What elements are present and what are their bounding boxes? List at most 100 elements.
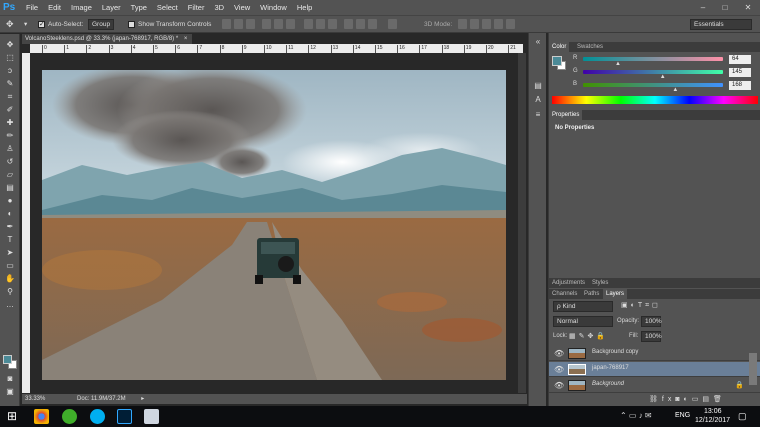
pen-tool-icon[interactable]: ✒ <box>4 222 16 232</box>
green-app-icon[interactable] <box>62 409 77 424</box>
clone-stamp-tool-icon[interactable]: ♙ <box>4 144 16 154</box>
move-tool-icon[interactable]: ✥ <box>6 19 14 30</box>
green-value-field[interactable]: 145 <box>729 68 751 77</box>
auto-select-checkbox[interactable]: Auto-Select: <box>38 19 83 30</box>
system-tray-icons[interactable]: ⌃ ▭ ♪ ✉ <box>620 411 652 420</box>
distribute-top-icon[interactable] <box>304 19 313 29</box>
clock-date[interactable]: 12/12/2017 <box>695 417 730 424</box>
quick-selection-tool-icon[interactable]: ✎ <box>4 79 16 89</box>
gradient-tool-icon[interactable]: ▤ <box>4 183 16 193</box>
blue-slider[interactable] <box>583 83 723 87</box>
eraser-tool-icon[interactable]: ▱ <box>4 170 16 180</box>
auto-select-target-dropdown[interactable]: Group <box>88 19 115 30</box>
distribute-bottom-icon[interactable] <box>328 19 337 29</box>
show-transform-controls-checkbox[interactable]: Show Transform Controls <box>128 19 211 30</box>
close-button[interactable]: ✕ <box>738 0 758 15</box>
layer-filter-icons[interactable]: ▣◐T⌗◻ <box>621 301 661 310</box>
align-bottom-icon[interactable] <box>246 19 255 29</box>
blue-slider-handle[interactable]: ▲ <box>672 87 678 93</box>
red-slider-handle[interactable]: ▲ <box>615 61 621 67</box>
dodge-tool-icon[interactable]: ◐ <box>4 209 16 219</box>
workspace-switcher[interactable]: Essentials <box>690 19 752 30</box>
layer-filter-kind-dropdown[interactable]: ρ Kind <box>553 301 613 312</box>
lasso-tool-icon[interactable]: ↄ <box>4 66 16 76</box>
healing-brush-tool-icon[interactable]: ✚ <box>4 118 16 128</box>
close-tab-icon[interactable]: × <box>184 36 188 42</box>
type-tool-icon[interactable]: T <box>4 235 16 245</box>
visibility-eye-icon[interactable]: 👁 <box>554 381 564 390</box>
red-value-field[interactable]: 64 <box>729 55 751 64</box>
input-language[interactable]: ENG <box>675 412 690 419</box>
menu-type[interactable]: Type <box>126 0 152 15</box>
crop-tool-icon[interactable]: ⌗ <box>4 92 16 102</box>
photoshop-taskbar-icon[interactable] <box>117 409 132 424</box>
quick-mask-icon[interactable]: ◙ <box>4 374 16 384</box>
3d-slide-icon[interactable] <box>494 19 503 29</box>
menu-help[interactable]: Help <box>292 0 317 15</box>
distribute-left-icon[interactable] <box>344 19 353 29</box>
file-app-icon[interactable] <box>144 409 159 424</box>
color-panel-foreground-swatch[interactable] <box>552 56 562 66</box>
layer-japan-768917[interactable]: 👁 japan-768917 <box>549 362 760 377</box>
layer-background[interactable]: 👁 Background 🔒 <box>549 378 760 393</box>
distribute-hcenter-icon[interactable] <box>356 19 365 29</box>
auto-align-layers-icon[interactable] <box>388 19 397 29</box>
document-tab[interactable]: VolcanoSteeklens.psd @ 33.3% (japan-7689… <box>22 34 192 44</box>
layers-scrollbar[interactable] <box>749 353 757 385</box>
notifications-icon[interactable]: ▢ <box>738 411 747 422</box>
path-selection-tool-icon[interactable]: ➤ <box>4 248 16 258</box>
history-brush-tool-icon[interactable]: ↺ <box>4 157 16 167</box>
layer-background-copy[interactable]: 👁 Background copy <box>549 346 760 361</box>
align-top-icon[interactable] <box>222 19 231 29</box>
green-slider[interactable] <box>583 70 723 74</box>
screen-mode-icon[interactable]: ▣ <box>4 387 16 397</box>
align-hcenter-icon[interactable] <box>274 19 283 29</box>
menu-layer[interactable]: Layer <box>97 0 126 15</box>
tab-properties[interactable]: Properties <box>549 110 583 120</box>
3d-roll-icon[interactable] <box>470 19 479 29</box>
blue-value-field[interactable]: 168 <box>729 81 751 90</box>
collapse-arrow-icon[interactable]: « <box>533 37 543 46</box>
3d-scale-icon[interactable] <box>506 19 515 29</box>
color-spectrum-ramp[interactable] <box>552 96 758 104</box>
properties-panel-icon[interactable]: ≡ <box>533 110 543 119</box>
menu-window[interactable]: Window <box>255 0 292 15</box>
chrome-icon[interactable] <box>34 409 49 424</box>
minimize-button[interactable]: – <box>693 0 713 15</box>
rectangle-tool-icon[interactable]: ▭ <box>4 261 16 271</box>
tab-paths[interactable]: Paths <box>581 289 602 299</box>
tab-styles[interactable]: Styles <box>589 278 611 288</box>
menu-3d[interactable]: 3D <box>209 0 229 15</box>
character-panel-icon[interactable]: A <box>533 95 543 104</box>
menu-view[interactable]: View <box>229 0 255 15</box>
move-tool-preset-picker[interactable]: ▾ <box>24 19 27 30</box>
tab-adjustments[interactable]: Adjustments <box>549 278 588 288</box>
maximize-button[interactable]: □ <box>715 0 735 15</box>
3d-rotate-icon[interactable] <box>458 19 467 29</box>
marquee-tool-icon[interactable]: ⬚ <box>4 53 16 63</box>
opacity-field[interactable]: 100% <box>641 316 662 327</box>
red-slider[interactable] <box>583 57 723 61</box>
foreground-color-swatch[interactable] <box>3 355 12 364</box>
clock-time[interactable]: 13:06 <box>704 408 722 415</box>
tab-layers[interactable]: Layers <box>603 289 628 299</box>
layer-action-icons[interactable]: ⛓fx◙◐▭▤🗑 <box>649 395 726 403</box>
align-vcenter-icon[interactable] <box>234 19 243 29</box>
distribute-right-icon[interactable] <box>368 19 377 29</box>
blend-mode-dropdown[interactable]: Normal <box>553 316 613 327</box>
distribute-vcenter-icon[interactable] <box>316 19 325 29</box>
document-image[interactable] <box>42 70 506 380</box>
menu-edit[interactable]: Edit <box>43 0 66 15</box>
align-right-icon[interactable] <box>286 19 295 29</box>
visibility-eye-icon[interactable]: 👁 <box>554 365 564 374</box>
menu-filter[interactable]: Filter <box>183 0 210 15</box>
align-left-icon[interactable] <box>262 19 271 29</box>
eyedropper-tool-icon[interactable]: ✐ <box>4 105 16 115</box>
vertical-ruler[interactable] <box>22 53 30 393</box>
horizontal-ruler[interactable]: 0 1 2 3 4 5 6 7 8 9 10 11 12 13 14 15 16 17 18 19 20 21 <box>30 44 523 53</box>
tab-swatches[interactable]: Swatches <box>574 42 606 52</box>
blur-tool-icon[interactable]: ● <box>4 196 16 206</box>
hand-tool-icon[interactable]: ✋ <box>4 274 16 284</box>
fill-field[interactable]: 100% <box>641 331 662 342</box>
status-menu-arrow-icon[interactable]: ▸ <box>141 396 144 402</box>
